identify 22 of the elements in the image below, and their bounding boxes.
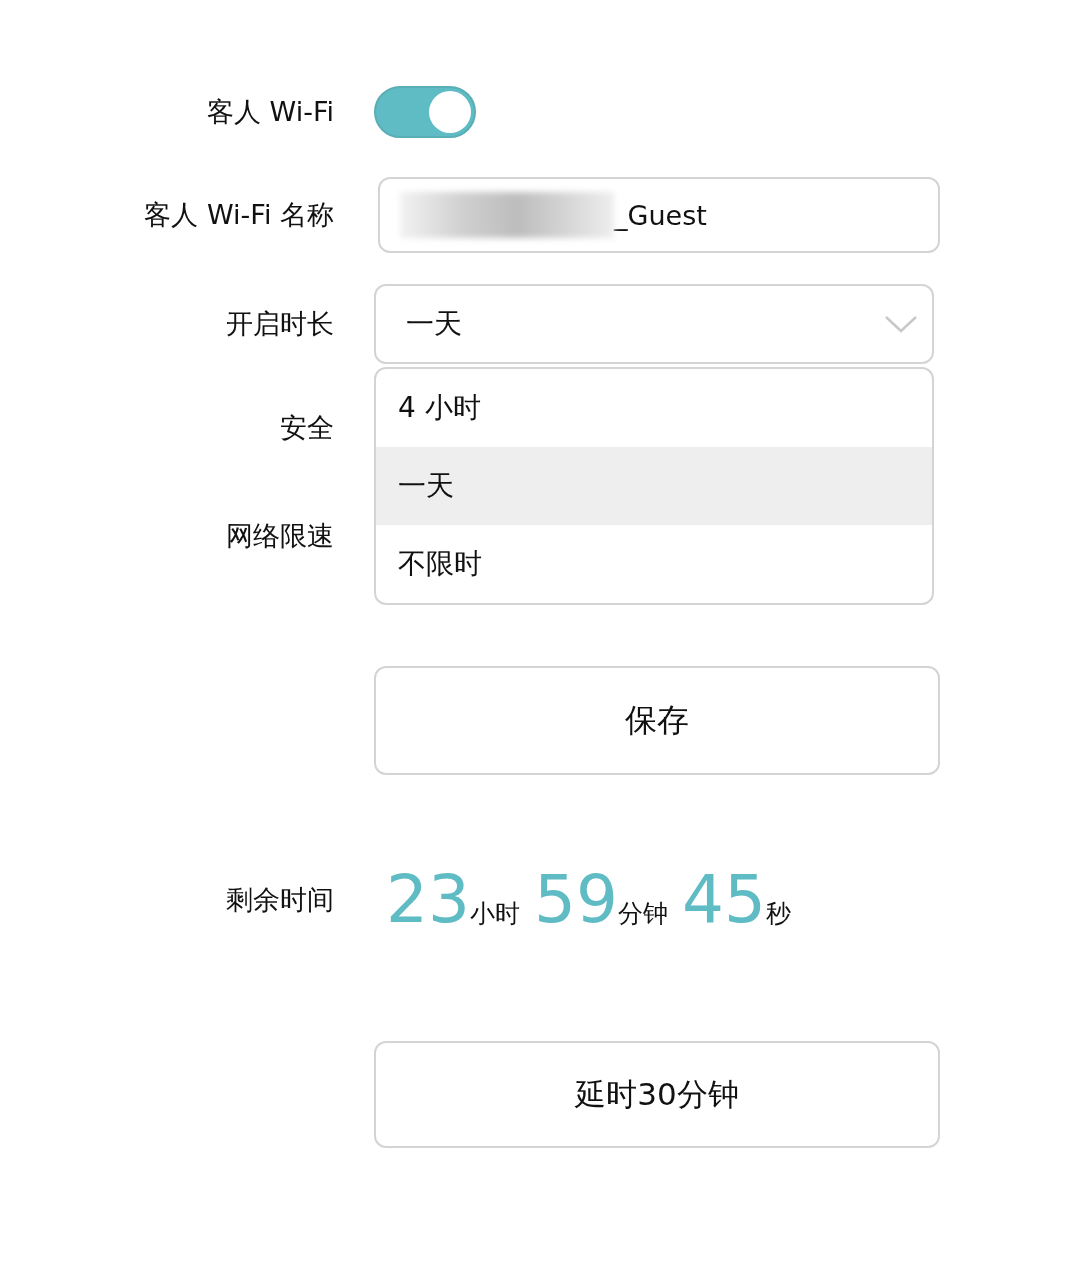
dropdown-option[interactable]: 4 小时 (376, 369, 932, 447)
extend-button[interactable]: 延时30分钟 (374, 1041, 940, 1148)
save-button[interactable]: 保存 (374, 666, 940, 775)
chevron-down-icon (884, 314, 918, 334)
countdown-number: 23 (386, 867, 470, 933)
countdown-unit: 小时 (470, 898, 520, 930)
field-value: _Guest (614, 199, 708, 231)
countdown-unit: 分钟 (617, 898, 668, 930)
field-label: 网络限速 (225, 519, 334, 553)
dropdown-option[interactable]: 一天 (376, 447, 932, 525)
ssid-field[interactable]: _Guest (378, 177, 940, 253)
countdown-number: 59 (534, 867, 618, 933)
duration-select[interactable]: 一天 (374, 284, 934, 364)
field-label: 开启时长 (225, 307, 334, 341)
toggle-switch[interactable] (374, 86, 476, 138)
countdown-unit: 秒 (765, 898, 791, 930)
field-label: 剩余时间 (225, 883, 334, 917)
countdown-number: 45 (681, 867, 766, 933)
field-label: 客人 Wi-Fi 名称 (143, 198, 334, 232)
field-label: 客人 Wi-Fi (206, 95, 334, 129)
field-label: 安全 (279, 411, 334, 445)
dropdown-option[interactable]: 不限时 (376, 525, 932, 603)
